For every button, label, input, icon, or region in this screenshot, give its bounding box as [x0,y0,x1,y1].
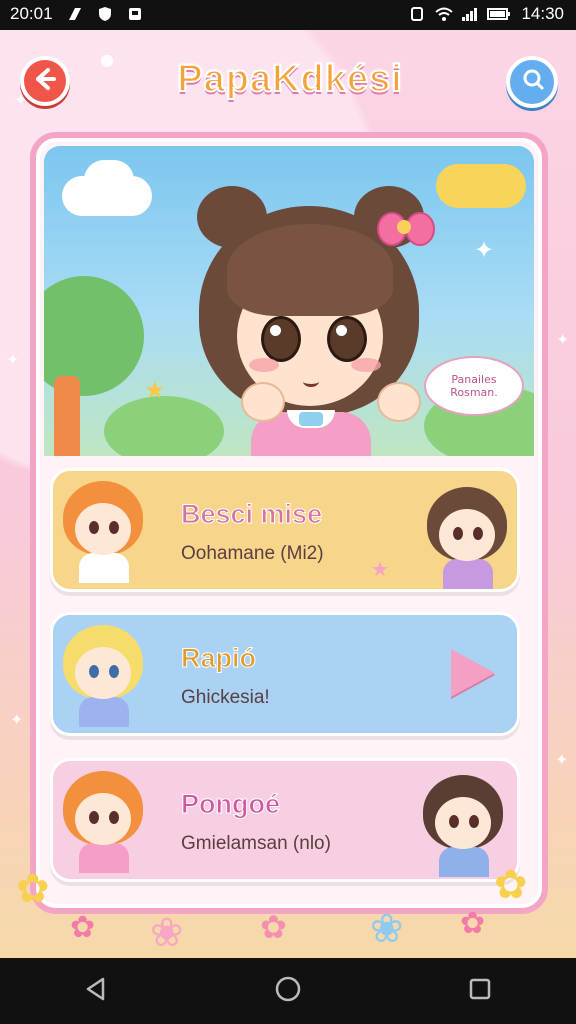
nfc-icon [409,6,425,22]
app-title: PapaKdkési [176,57,403,101]
profile-icon [519,67,545,97]
list-item-subtitle: Gmielamsan (nlo) [181,833,331,854]
system-nav-bar [0,958,576,1024]
list-item[interactable]: Besci mise Oohamane (Mi2) ★ [50,468,520,592]
wifi-icon [435,6,454,22]
nav-back-icon [83,976,109,1006]
speech-bubble: Panailes Rosman. [424,356,524,416]
header: PapaKdkési [0,44,576,124]
list-item[interactable]: Rapió Ghickesia! [50,612,520,736]
sparkle-icon: ✦ [6,350,20,369]
flower-icon: ❀ [370,906,404,952]
nav-recents-icon [468,977,492,1005]
play-arrow-icon[interactable] [451,649,495,697]
back-arrow-icon [32,66,58,96]
cloud-icon [436,164,526,208]
back-button[interactable] [20,56,70,106]
list-item[interactable]: Pongoé Gmielamsan (nlo) [50,758,520,882]
star-icon: ★ [144,376,166,404]
star-icon: ★ [371,557,389,581]
flower-icon: ✿ [70,910,96,945]
nav-home-icon [274,975,302,1007]
profile-button[interactable] [506,56,558,108]
character-avatar [415,769,511,877]
signal-icon [461,6,478,22]
character-avatar [419,481,515,589]
nav-home-button[interactable] [268,971,308,1011]
sparkle-icon: ✦ [555,750,569,769]
status-time-left: 20:01 [10,4,53,23]
hero-banner: ★ ✦ Panailes Rosman. [44,146,534,456]
main-panel: ★ ✦ Panailes Rosman. Besci mise Oohamane… [30,132,548,914]
nav-recents-button[interactable] [460,971,500,1011]
flower-icon: ✿ [16,866,50,912]
character-avatar [55,765,151,873]
character-avatar [55,619,151,727]
main-character [169,186,449,456]
sparkle-icon: ✦ [556,330,570,349]
notification-icon [127,6,143,22]
sparkle-icon: ✦ [474,236,495,264]
status-bar: 20:01 14:30 [0,0,576,30]
list-item-title: Rapió [180,643,257,674]
flower-icon: ✿ [494,862,528,908]
status-time-right: 14:30 [521,4,564,23]
flower-icon: ✿ [260,908,287,946]
list-item-subtitle: Oohamane (Mi2) [181,543,324,564]
bow-icon [377,208,435,248]
list-item-title: Pongoé [181,789,281,820]
shield-icon [97,6,113,22]
brand-icon [67,6,83,22]
list-item-subtitle: Ghickesia! [181,687,270,708]
flower-icon: ❀ [150,910,184,956]
flower-icon: ✿ [460,906,486,941]
nav-back-button[interactable] [76,971,116,1011]
battery-icon [487,6,511,22]
character-avatar [55,475,151,583]
sparkle-icon: ✦ [10,710,24,729]
list-item-title: Besci mise [180,499,323,530]
